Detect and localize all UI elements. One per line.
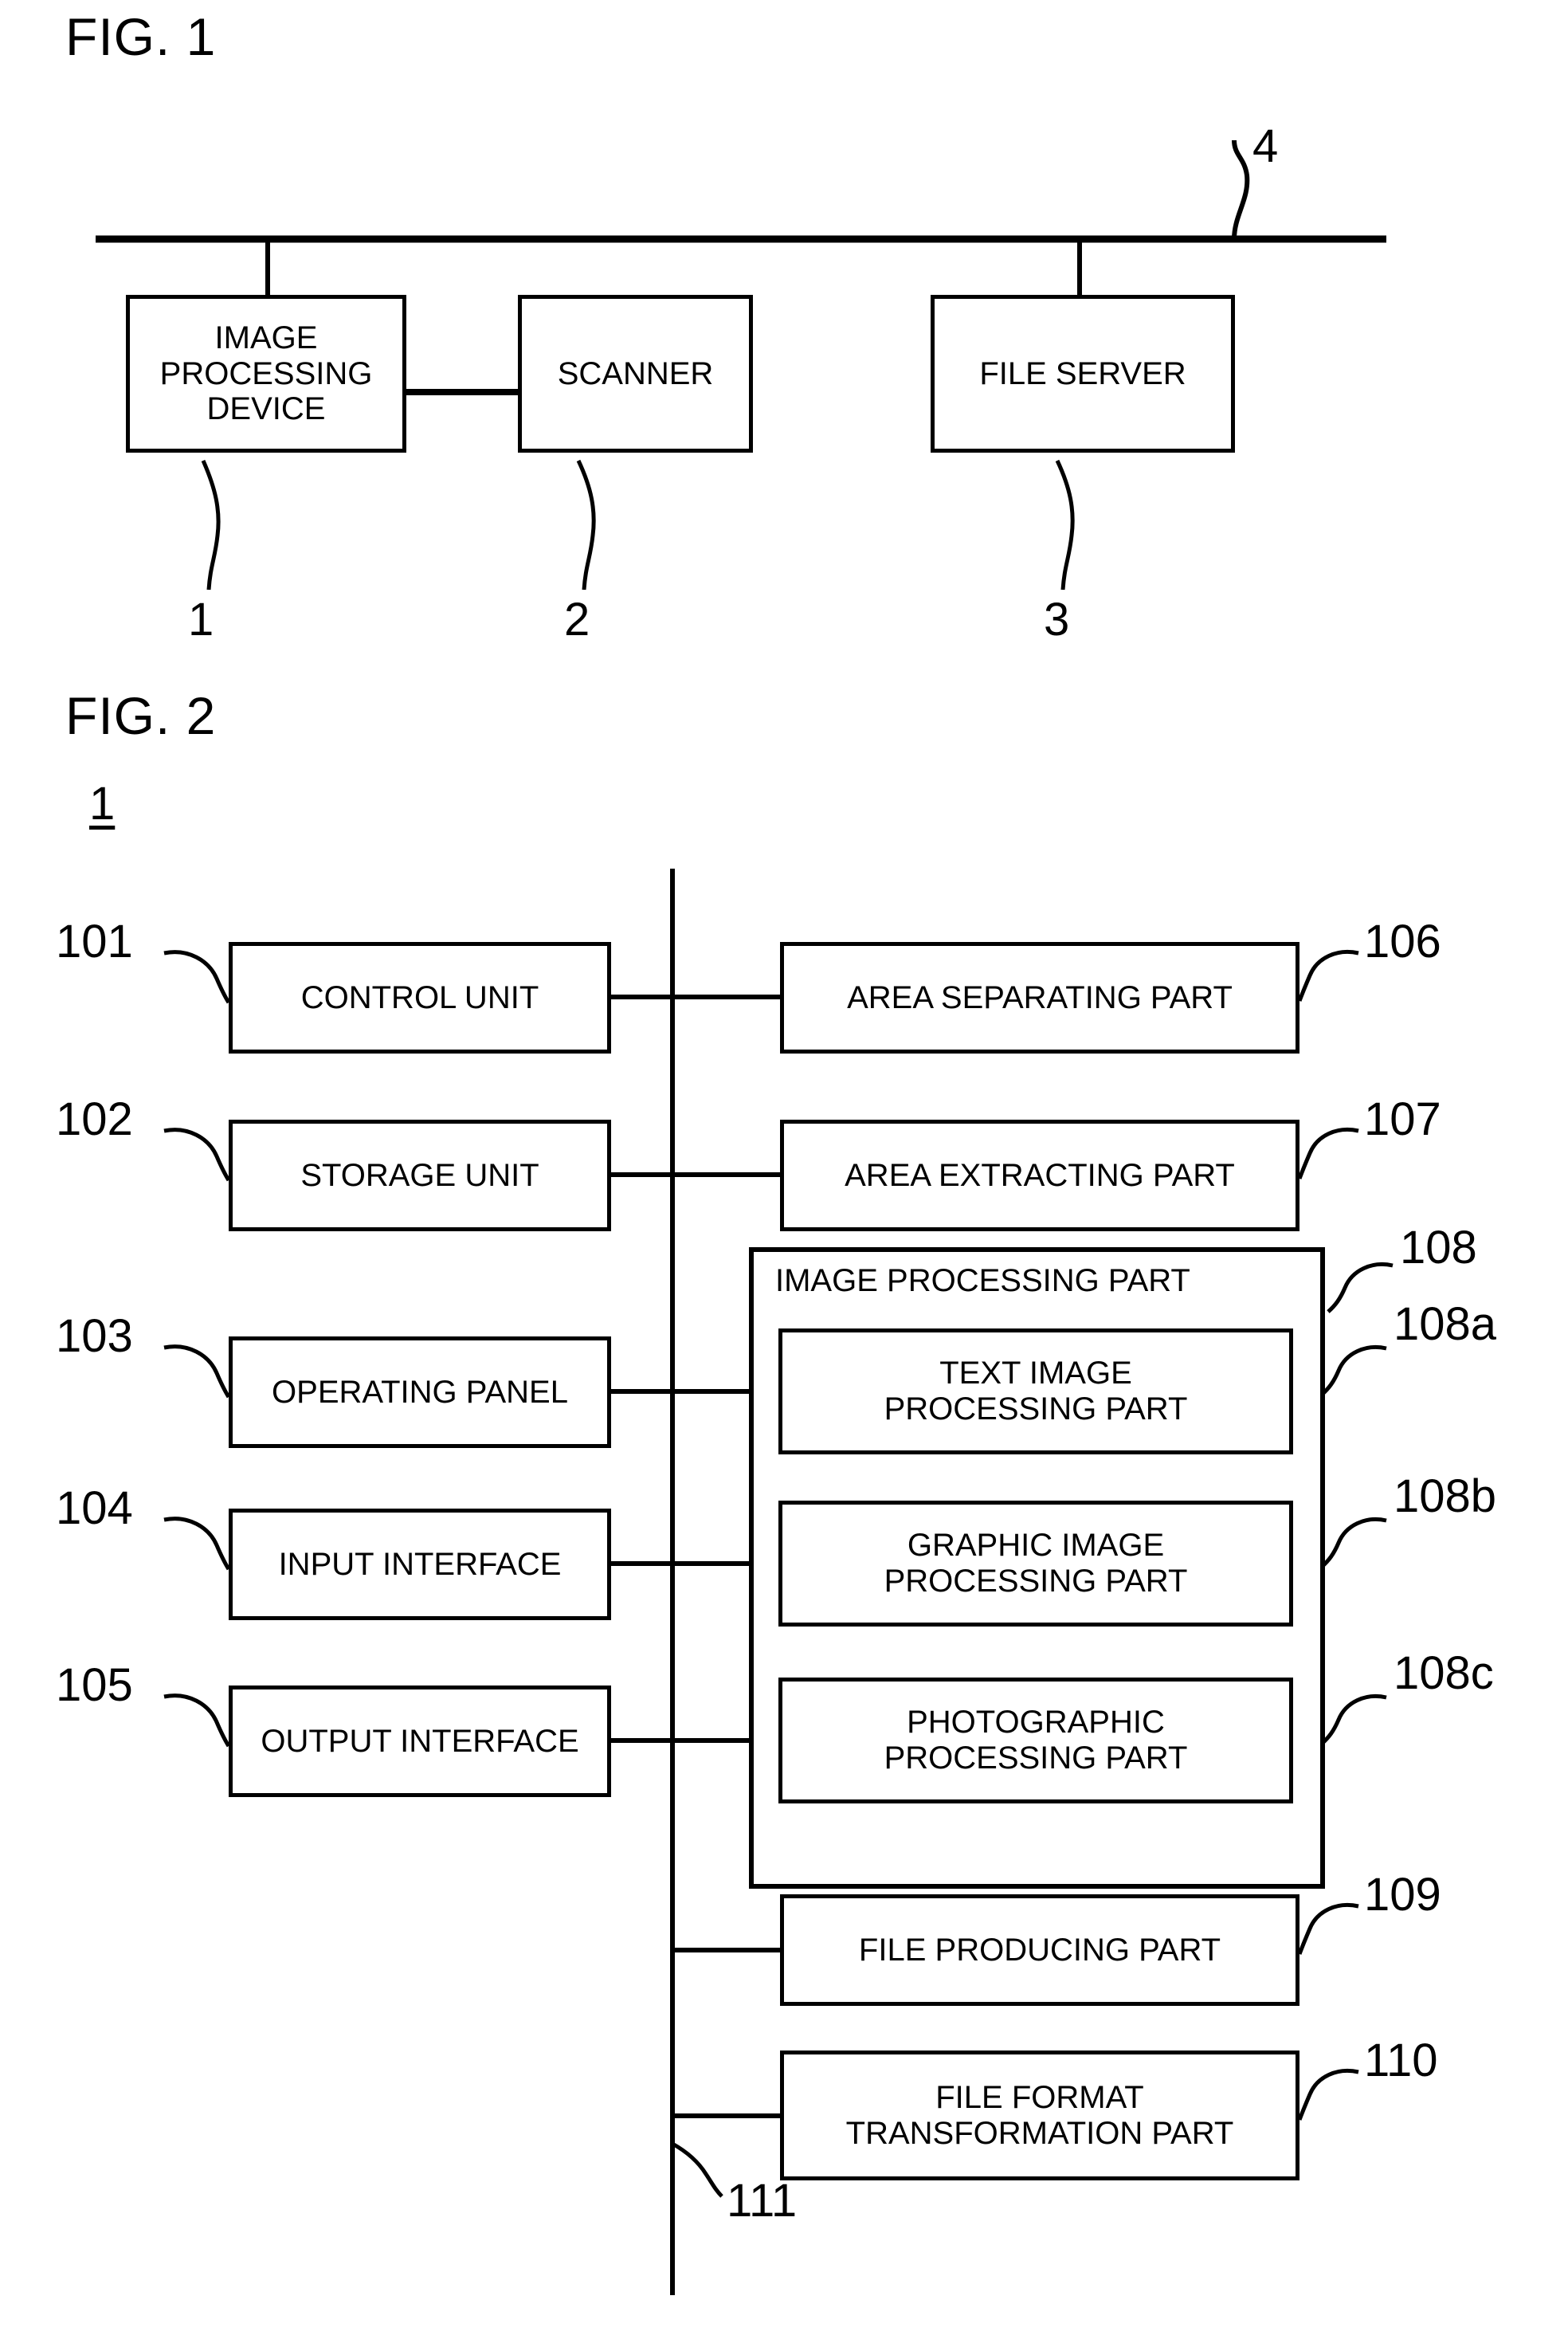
fig2-leader-109 <box>1297 1903 1359 1955</box>
fig2-ref-105: 105 <box>56 1659 133 1711</box>
fig2-108a-line2: PROCESSING PART <box>884 1391 1188 1427</box>
fig2-ref-102: 102 <box>56 1093 133 1145</box>
fig2-storage-unit-label: STORAGE UNIT <box>300 1157 539 1193</box>
fig1-box1-line3: DEVICE <box>206 391 326 427</box>
fig2-110-line2: TRANSFORMATION PART <box>845 2115 1234 2151</box>
fig1-ref-3: 3 <box>1044 594 1070 646</box>
fig2-operating-panel-box[interactable]: OPERATING PANEL <box>229 1336 617 1454</box>
fig2-storage-unit-box[interactable]: STORAGE UNIT <box>229 1120 617 1238</box>
fig1-file-server-label: FILE SERVER <box>979 355 1186 391</box>
fig2-bus-leader-111 <box>671 2141 723 2198</box>
fig2-device-ref: 1 <box>89 778 116 830</box>
fig1-leader-ref-1 <box>201 459 221 591</box>
fig2-control-unit-box[interactable]: CONTROL UNIT <box>229 942 617 1060</box>
fig2-title: FIG. 2 <box>65 686 217 745</box>
fig2-area-extracting-part-box[interactable]: AREA EXTRACTING PART <box>780 1120 1306 1238</box>
fig2-text-image-processing-part-label: TEXT IMAGE PROCESSING PART <box>884 1356 1188 1427</box>
fig2-leader-108c <box>1320 1694 1387 1745</box>
fig2-ref-101: 101 <box>56 916 133 967</box>
fig2-photographic-processing-part-box[interactable]: PHOTOGRAPHIC PROCESSING PART <box>778 1678 1299 1810</box>
fig2-108a-line1: TEXT IMAGE <box>939 1356 1132 1391</box>
fig2-leader-101 <box>163 950 231 1004</box>
fig2-file-format-transformation-part-box[interactable]: FILE FORMAT TRANSFORMATION PART <box>780 2050 1306 2187</box>
fig2-leader-108 <box>1327 1262 1394 1313</box>
fig2-text-image-processing-part-box[interactable]: TEXT IMAGE PROCESSING PART <box>778 1328 1299 1461</box>
fig2-image-processing-part-title: IMAGE PROCESSING PART <box>775 1263 1190 1298</box>
fig2-graphic-image-processing-part-label: GRAPHIC IMAGE PROCESSING PART <box>884 1528 1188 1599</box>
fig2-ref-107: 107 <box>1364 1093 1441 1145</box>
fig1-image-processing-device-box[interactable]: IMAGE PROCESSING DEVICE <box>126 295 413 459</box>
fig2-108b-line2: PROCESSING PART <box>884 1564 1188 1599</box>
fig2-ref-104: 104 <box>56 1482 133 1534</box>
fig2-leader-110 <box>1297 2069 1359 2121</box>
fig1-ref-network: 4 <box>1252 120 1279 172</box>
fig2-output-interface-box[interactable]: OUTPUT INTERFACE <box>229 1686 617 1803</box>
fig2-leader-105 <box>163 1693 231 1748</box>
fig2-area-separating-part-box[interactable]: AREA SEPARATING PART <box>780 942 1306 1060</box>
fig2-ref-106: 106 <box>1364 916 1441 967</box>
fig2-leader-104 <box>163 1517 231 1571</box>
fig1-box1-line2: PROCESSING <box>159 355 373 391</box>
fig2-ref-108a: 108a <box>1394 1298 1497 1350</box>
fig2-output-interface-label: OUTPUT INTERFACE <box>261 1723 579 1759</box>
fig1-title: FIG. 1 <box>65 7 217 66</box>
fig2-ref-111: 111 <box>727 2175 798 2227</box>
fig2-file-producing-part-box[interactable]: FILE PRODUCING PART <box>780 1894 1306 2012</box>
fig2-graphic-image-processing-part-box[interactable]: GRAPHIC IMAGE PROCESSING PART <box>778 1501 1299 1633</box>
fig2-108b-line1: GRAPHIC IMAGE <box>907 1528 1165 1564</box>
fig2-photographic-processing-part-label: PHOTOGRAPHIC PROCESSING PART <box>884 1705 1188 1776</box>
fig2-ref-103: 103 <box>56 1310 133 1362</box>
fig2-108c-line2: PROCESSING PART <box>884 1740 1188 1776</box>
fig2-control-unit-label: CONTROL UNIT <box>300 979 539 1015</box>
fig2-ref-110: 110 <box>1364 2035 1438 2086</box>
fig1-bus-leader <box>1232 139 1250 240</box>
fig2-ref-108c: 108c <box>1394 1647 1494 1699</box>
fig1-leader-ref-2 <box>576 459 596 591</box>
fig2-leader-108a <box>1320 1345 1387 1396</box>
patent-drawing-sheet: FIG. 1 4 IMAGE PROCESSING DEVICE 1 SCANN… <box>0 0 1568 2335</box>
fig2-leader-102 <box>163 1128 231 1182</box>
fig1-leader-ref-3 <box>1055 459 1075 591</box>
fig1-scanner-label: SCANNER <box>557 355 714 391</box>
fig2-file-format-transformation-part-label: FILE FORMAT TRANSFORMATION PART <box>846 2080 1234 2152</box>
fig2-leader-107 <box>1297 1128 1359 1179</box>
fig2-ref-108b: 108b <box>1394 1470 1497 1522</box>
fig2-file-producing-part-label: FILE PRODUCING PART <box>858 1932 1221 1968</box>
fig1-ref-2: 2 <box>564 594 590 646</box>
fig1-box1-line1: IMAGE <box>214 320 318 355</box>
fig1-scanner-box[interactable]: SCANNER <box>518 295 759 459</box>
fig2-input-interface-box[interactable]: INPUT INTERFACE <box>229 1509 617 1627</box>
fig2-110-line1: FILE FORMAT <box>935 2079 1144 2115</box>
fig2-leader-108b <box>1320 1517 1387 1568</box>
fig2-area-extracting-part-label: AREA EXTRACTING PART <box>845 1157 1235 1193</box>
fig2-input-interface-label: INPUT INTERFACE <box>278 1546 562 1582</box>
fig2-operating-panel-label: OPERATING PANEL <box>272 1374 568 1410</box>
fig2-area-separating-part-label: AREA SEPARATING PART <box>847 979 1233 1015</box>
fig2-108c-line1: PHOTOGRAPHIC <box>907 1705 1165 1740</box>
fig1-ref-1: 1 <box>188 594 214 646</box>
fig1-image-processing-device-label: IMAGE PROCESSING DEVICE <box>160 320 373 427</box>
fig2-leader-106 <box>1297 950 1359 1002</box>
fig2-leader-103 <box>163 1344 231 1399</box>
fig1-file-server-box[interactable]: FILE SERVER <box>931 295 1241 459</box>
fig2-ref-108: 108 <box>1400 1222 1477 1273</box>
fig2-ref-109: 109 <box>1364 1869 1441 1921</box>
